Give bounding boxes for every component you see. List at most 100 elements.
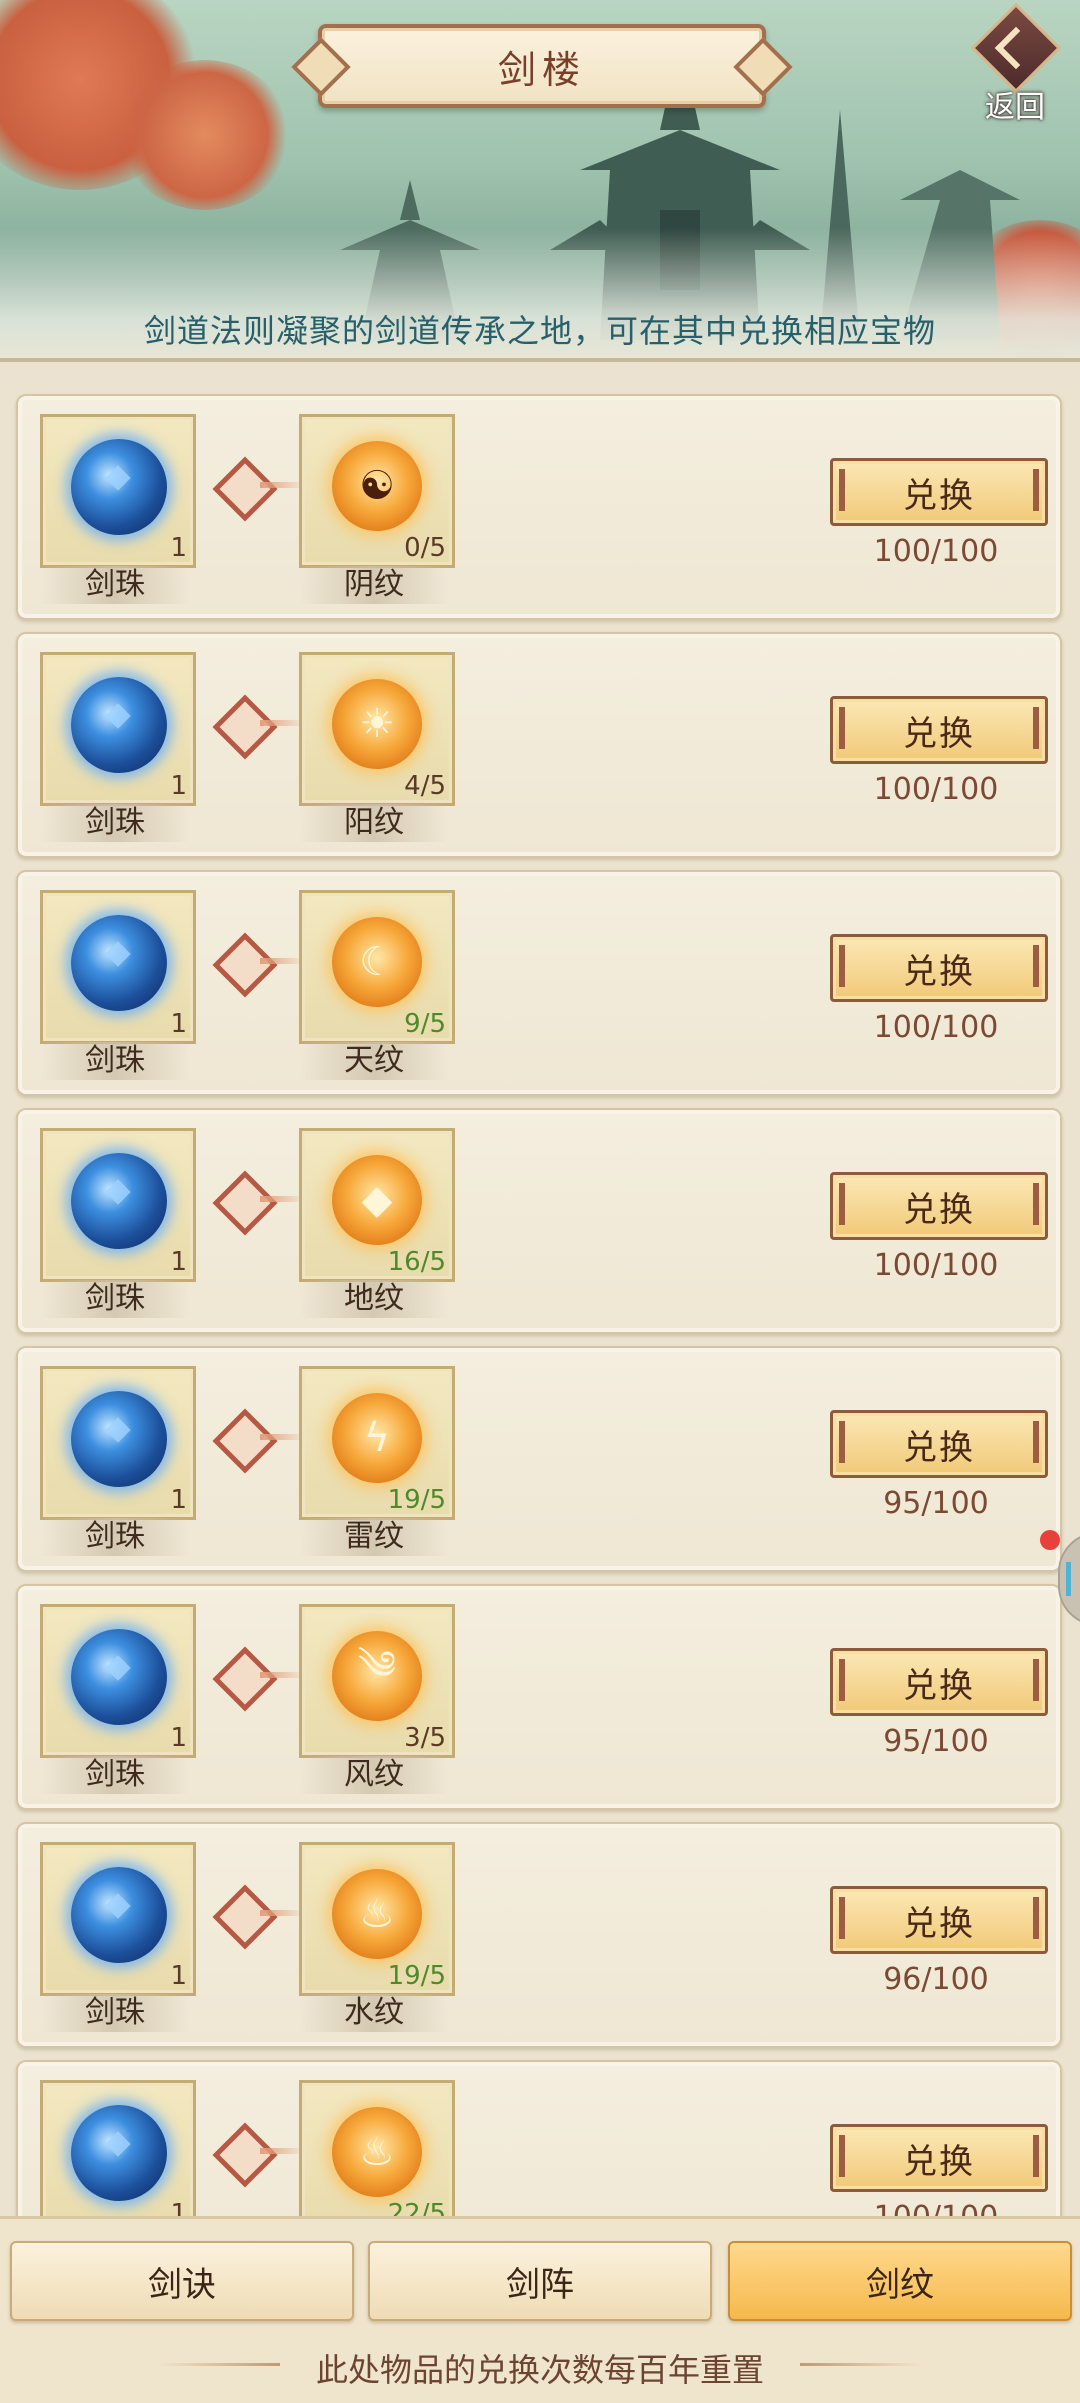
cost-item-slot[interactable]: 1 [40,1842,196,1996]
notification-dot [1040,1530,1060,1550]
exchange-arrow-icon [214,934,306,988]
cost-count: 1 [170,1247,187,1277]
cost-item-slot[interactable]: 1 [40,1604,196,1758]
target-item-slot[interactable]: ◆ 16/5 [299,1128,455,1282]
target-item-name: 阳纹 [299,804,449,842]
exchange-limit: 100/100 [873,534,999,569]
exchange-arrow-icon [214,458,306,512]
divider-right [800,2363,920,2366]
exchange-button[interactable]: 兑换 [830,2124,1048,2192]
sword-pearl-icon [71,1391,167,1487]
exchange-row: 1 ♨ 22/5 兑换 100/100 [16,2060,1062,2220]
target-item-slot[interactable]: ༄ 3/5 [299,1604,455,1758]
owned-count: 19/5 [387,1485,446,1515]
exchange-list[interactable]: 1 剑珠 ☯ 0/5 阴纹 兑换 100/100 1 剑珠 ☀ 4/5 阳纹 兑… [0,358,1080,2220]
cost-item-slot[interactable]: 1 [40,2080,196,2220]
owned-count: 0/5 [404,533,446,563]
maple-leaves-decoration [120,60,290,210]
exchange-button[interactable]: 兑换 [830,1886,1048,1954]
target-item-name: 风纹 [299,1756,449,1794]
sword-pearl-icon [71,2105,167,2201]
target-item-name: 天纹 [299,1042,449,1080]
cost-item-name: 剑珠 [40,566,190,604]
yin-pattern-icon: ☯ [332,441,422,531]
cost-item-slot[interactable]: 1 [40,652,196,806]
cost-item-name: 剑珠 [40,1756,190,1794]
sword-pearl-icon [71,1629,167,1725]
exchange-row: 1 剑珠 ϟ 19/5 雷纹 兑换 95/100 [16,1346,1062,1572]
cost-count: 1 [170,1009,187,1039]
target-item-name: 雷纹 [299,1518,449,1556]
target-item-slot[interactable]: ☀ 4/5 [299,652,455,806]
title-plate: 剑楼 [318,24,766,108]
target-item-name: 地纹 [299,1280,449,1318]
exchange-button[interactable]: 兑换 [830,934,1048,1002]
cost-item-name: 剑珠 [40,1280,190,1318]
exchange-button[interactable]: 兑换 [830,1410,1048,1478]
target-item-name: 阴纹 [299,566,449,604]
cost-item-slot[interactable]: 1 [40,1128,196,1282]
reset-note: 此处物品的兑换次数每百年重置 [315,2351,764,2389]
cost-item-slot[interactable]: 1 [40,890,196,1044]
owned-count: 3/5 [404,1723,446,1753]
back-button[interactable]: 返回 [964,2,1064,125]
exchange-row: 1 剑珠 ☯ 0/5 阴纹 兑换 100/100 [16,394,1062,620]
sword-pearl-icon [71,677,167,773]
exchange-arrow-icon [214,2124,306,2178]
earth-pattern-icon: ◆ [332,1155,422,1245]
exchange-row: 1 剑珠 ☀ 4/5 阳纹 兑换 100/100 [16,632,1062,858]
heaven-pattern-icon: ☾ [332,917,422,1007]
sword-pearl-icon [71,1153,167,1249]
cost-count: 1 [170,533,187,563]
exchange-limit: 100/100 [873,772,999,807]
tab-sword-art[interactable]: 剑诀 [10,2241,354,2321]
sword-pearl-icon [71,1867,167,1963]
back-icon [970,2,1062,94]
owned-count: 4/5 [404,771,446,801]
back-label: 返回 [985,90,1045,125]
exchange-limit: 96/100 [883,1962,989,1997]
exchange-row: 1 剑珠 ♨ 19/5 水纹 兑换 96/100 [16,1822,1062,2048]
cost-item-name: 剑珠 [40,804,190,842]
exchange-arrow-icon [214,1648,306,1702]
target-item-slot[interactable]: ☯ 0/5 [299,414,455,568]
cost-item-name: 剑珠 [40,1518,190,1556]
target-item-slot[interactable]: ϟ 19/5 [299,1366,455,1520]
cost-item-slot[interactable]: 1 [40,1366,196,1520]
header-banner: 剑楼 返回 剑道法则凝聚的剑道传承之地，可在其中兑换相应宝物 [0,0,1080,358]
owned-count: 16/5 [387,1247,446,1277]
page-title: 剑楼 [497,47,586,92]
exchange-arrow-icon [214,1410,306,1464]
thunder-pattern-icon: ϟ [332,1393,422,1483]
yang-pattern-icon: ☀ [332,679,422,769]
exchange-row: 1 剑珠 ◆ 16/5 地纹 兑换 100/100 [16,1108,1062,1334]
target-item-slot[interactable]: ☾ 9/5 [299,890,455,1044]
cost-item-slot[interactable]: 1 [40,414,196,568]
exchange-button[interactable]: 兑换 [830,696,1048,764]
water-pattern-icon: ♨ [332,1869,422,1959]
exchange-arrow-icon [214,1172,306,1226]
cost-item-name: 剑珠 [40,1994,190,2032]
fire-pattern-icon: ♨ [332,2107,422,2197]
sword-pearl-icon [71,439,167,535]
exchange-limit: 100/100 [873,1248,999,1283]
cost-count: 1 [170,1485,187,1515]
owned-count: 19/5 [387,1961,446,1991]
cost-count: 1 [170,1961,187,1991]
exchange-button[interactable]: 兑换 [830,458,1048,526]
exchange-arrow-icon [214,696,306,750]
target-item-name: 水纹 [299,1994,449,2032]
exchange-limit: 100/100 [873,1010,999,1045]
tab-sword-pattern[interactable]: 剑纹 [728,2241,1072,2321]
target-item-slot[interactable]: ♨ 22/5 [299,2080,455,2220]
cost-item-name: 剑珠 [40,1042,190,1080]
exchange-arrow-icon [214,1886,306,1940]
target-item-slot[interactable]: ♨ 19/5 [299,1842,455,1996]
exchange-button[interactable]: 兑换 [830,1648,1048,1716]
tab-sword-formation[interactable]: 剑阵 [368,2241,712,2321]
cost-count: 1 [170,1723,187,1753]
page-subtitle: 剑道法则凝聚的剑道传承之地，可在其中兑换相应宝物 [143,312,936,350]
exchange-button[interactable]: 兑换 [830,1172,1048,1240]
exchange-limit: 95/100 [883,1486,989,1521]
exchange-row: 1 剑珠 ☾ 9/5 天纹 兑换 100/100 [16,870,1062,1096]
